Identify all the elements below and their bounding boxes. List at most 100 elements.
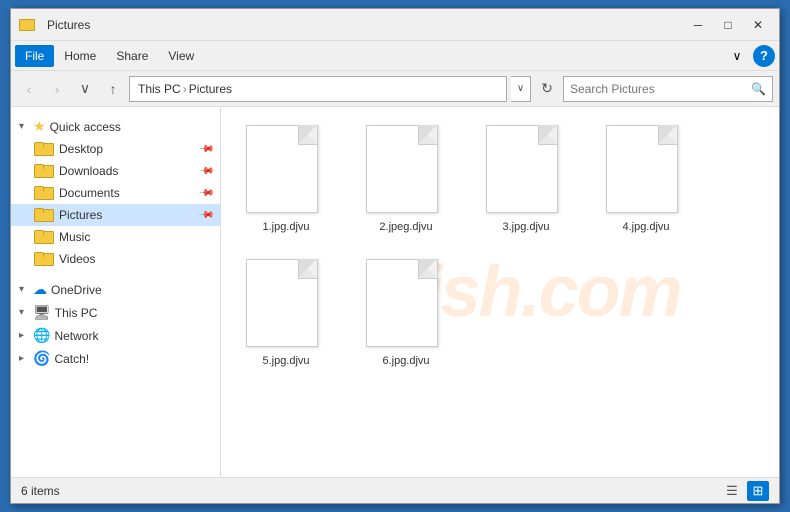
window-icon (19, 17, 39, 33)
help-button[interactable]: ? (753, 45, 775, 67)
path-separator-1: › (183, 82, 187, 96)
pin-icon-pictures: 📌 (197, 207, 214, 224)
menu-view[interactable]: View (158, 45, 204, 67)
address-dropdown-button[interactable]: ∨ (511, 76, 531, 102)
pin-icon-documents: 📌 (197, 185, 214, 202)
sidebar: ▾ ★ Quick access Desktop 📌 Downloads 📌 (11, 107, 221, 477)
sidebar-item-downloads[interactable]: Downloads 📌 (11, 160, 220, 182)
menu-expand-icon[interactable]: ∨ (725, 45, 749, 67)
file-item[interactable]: 2.jpeg.djvu (351, 117, 461, 241)
files-grid: 1.jpg.djvu 2.jpeg.djvu (231, 117, 769, 375)
catch-toggle: ▸ (19, 353, 31, 364)
explorer-window: Pictures ─ □ ✕ File Home Share View ∨ ? … (10, 8, 780, 504)
network-header[interactable]: ▸ 🌐 Network (11, 324, 220, 347)
sidebar-item-videos[interactable]: Videos (11, 248, 220, 270)
doc-icon-2 (366, 125, 438, 213)
doc-icon-1 (246, 125, 318, 213)
search-input[interactable] (570, 82, 751, 96)
quick-access-header[interactable]: ▾ ★ Quick access (11, 115, 220, 138)
file-name-3: 3.jpg.djvu (502, 221, 549, 233)
doc-icon-6 (366, 259, 438, 347)
menu-bar: File Home Share View ∨ ? (11, 41, 779, 71)
window-title: Pictures (47, 18, 685, 32)
path-thispc: This PC (138, 82, 181, 96)
main-area: ▾ ★ Quick access Desktop 📌 Downloads 📌 (11, 107, 779, 477)
status-bar-right: ☰ ⊞ (721, 481, 769, 501)
pictures-folder-icon (33, 207, 53, 223)
fold-1 (299, 126, 317, 144)
network-label: Network (54, 329, 98, 343)
catch-icon: 🌀 (33, 350, 50, 367)
network-icon: 🌐 (33, 327, 50, 344)
fold-2 (419, 126, 437, 144)
file-item[interactable]: 5.jpg.djvu (231, 251, 341, 375)
onedrive-header[interactable]: ▾ ☁ OneDrive (11, 278, 220, 301)
menu-file[interactable]: File (15, 45, 54, 67)
videos-folder-icon (33, 251, 53, 267)
file-name-6: 6.jpg.djvu (382, 355, 429, 367)
pin-icon-downloads: 📌 (197, 163, 214, 180)
search-icon: 🔍 (751, 82, 766, 96)
network-toggle: ▸ (19, 330, 31, 341)
file-name-4: 4.jpg.djvu (622, 221, 669, 233)
fold-5 (299, 260, 317, 278)
back-button[interactable]: ‹ (17, 77, 41, 101)
file-name-1: 1.jpg.djvu (262, 221, 309, 233)
documents-folder-icon (33, 185, 53, 201)
catch-header[interactable]: ▸ 🌀 Catch! (11, 347, 220, 370)
doc-icon-5 (246, 259, 318, 347)
dropdown-nav-button[interactable]: ∨ (73, 77, 97, 101)
music-folder-icon (33, 229, 53, 245)
sidebar-item-desktop[interactable]: Desktop 📌 (11, 138, 220, 160)
fold-3 (539, 126, 557, 144)
menu-home[interactable]: Home (54, 45, 106, 67)
file-icon-5 (246, 259, 326, 349)
window-controls: ─ □ ✕ (685, 15, 771, 35)
thispc-toggle: ▾ (19, 307, 31, 318)
file-item[interactable]: 4.jpg.djvu (591, 117, 701, 241)
thispc-label: This PC (55, 306, 98, 320)
sidebar-label-documents: Documents (59, 186, 120, 200)
folder-icon-small (19, 19, 35, 31)
file-name-5: 5.jpg.djvu (262, 355, 309, 367)
status-bar: 6 items ☰ ⊞ (11, 477, 779, 503)
maximize-button[interactable]: □ (715, 15, 741, 35)
thispc-header[interactable]: ▾ 🖥 This PC (11, 301, 220, 324)
quick-access-star-icon: ★ (33, 118, 46, 135)
desktop-folder-icon (33, 141, 53, 157)
refresh-button[interactable]: ↻ (535, 77, 559, 101)
onedrive-icon: ☁ (33, 281, 47, 298)
sidebar-item-pictures[interactable]: Pictures 📌 (11, 204, 220, 226)
minimize-button[interactable]: ─ (685, 15, 711, 35)
grid-view-button[interactable]: ⊞ (747, 481, 769, 501)
file-item[interactable]: 6.jpg.djvu (351, 251, 461, 375)
forward-button[interactable]: › (45, 77, 69, 101)
content-area: jsh.com 1.jpg.djvu (221, 107, 779, 477)
item-count-label: 6 items (21, 484, 60, 498)
address-path[interactable]: This PC › Pictures (129, 76, 507, 102)
title-bar: Pictures ─ □ ✕ (11, 9, 779, 41)
list-view-button[interactable]: ☰ (721, 481, 743, 501)
file-item[interactable]: 3.jpg.djvu (471, 117, 581, 241)
sidebar-item-documents[interactable]: Documents 📌 (11, 182, 220, 204)
menu-share[interactable]: Share (106, 45, 158, 67)
catch-label: Catch! (54, 352, 89, 366)
file-icon-6 (366, 259, 446, 349)
quick-access-toggle: ▾ (19, 121, 31, 132)
menu-bar-right: ∨ ? (725, 45, 775, 67)
fold-4 (659, 126, 677, 144)
fold-6 (419, 260, 437, 278)
pin-icon-desktop: 📌 (197, 141, 214, 158)
search-box[interactable]: 🔍 (563, 76, 773, 102)
close-button[interactable]: ✕ (745, 15, 771, 35)
sidebar-item-music[interactable]: Music (11, 226, 220, 248)
quick-access-label: Quick access (50, 120, 121, 134)
sidebar-label-desktop: Desktop (59, 142, 103, 156)
sidebar-label-videos: Videos (59, 252, 95, 266)
file-item[interactable]: 1.jpg.djvu (231, 117, 341, 241)
up-button[interactable]: ↑ (101, 77, 125, 101)
file-icon-2 (366, 125, 446, 215)
file-name-2: 2.jpeg.djvu (379, 221, 432, 233)
sidebar-label-music: Music (59, 230, 90, 244)
thispc-icon: 🖥 (33, 304, 51, 321)
